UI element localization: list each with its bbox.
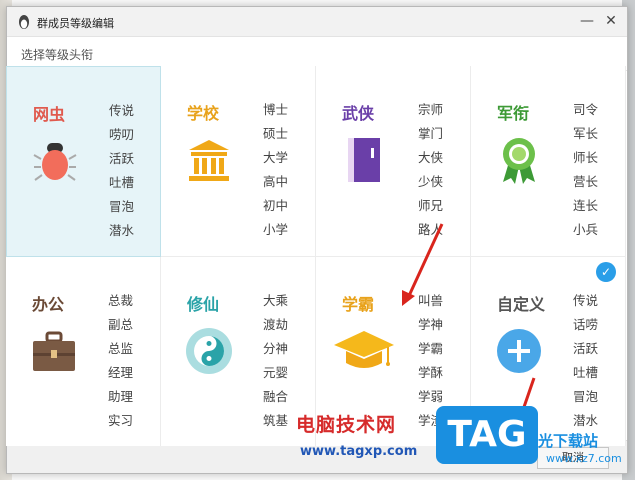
- yin-yang-icon: [185, 327, 233, 375]
- category-card[interactable]: 修仙 大乘渡劫分神元婴融合筑基: [161, 257, 316, 446]
- title-item: 总监: [108, 341, 134, 356]
- window-title: 群成员等级编辑: [37, 17, 114, 30]
- category-name: 办公: [32, 295, 65, 314]
- title-item: 军长: [573, 126, 599, 141]
- title-item: 少侠: [418, 174, 444, 189]
- title-item: 硕士: [263, 126, 289, 141]
- medal-icon: [495, 136, 543, 184]
- category-name: 修仙: [187, 295, 220, 314]
- category-grid: 网虫 传说 唠叨 活跃 吐槽 冒泡 潜水 学校 博士 硕士 大学 高中 初中 小学 武侠 宗师 掌门 大侠 少侠 师兄…: [6, 66, 628, 446]
- title-item: 唠叨: [109, 127, 135, 142]
- title-item: 司令: [573, 102, 599, 117]
- category-card[interactable]: 学校 博士硕士大学高中初中小学: [161, 66, 316, 257]
- penguin-icon: [19, 15, 29, 29]
- title-list: 宗师掌门大侠少侠师兄路人: [418, 98, 443, 242]
- title-item: 传说: [109, 103, 135, 118]
- title-item: 叫兽: [418, 293, 444, 308]
- title-item: 分神: [263, 341, 289, 356]
- category-card[interactable]: 军衔 司令军长师长营长连长小兵: [471, 66, 626, 257]
- title-item: 传说: [573, 293, 599, 308]
- title-item: 连长: [573, 198, 599, 213]
- title-list: 博士硕士大学高中初中小学: [263, 98, 288, 242]
- category-name: 武侠: [342, 104, 375, 123]
- title-item: 元婴: [263, 365, 289, 380]
- title-list: 总裁副总总监经理助理实习: [108, 289, 133, 433]
- category-name: 网虫: [33, 105, 66, 124]
- category-card[interactable]: 武侠 宗师掌门大侠少侠师兄路人: [316, 66, 471, 257]
- close-button[interactable]: ✕: [603, 13, 619, 29]
- title-list: 传说唠叨活跃吐槽冒泡潜水: [109, 99, 134, 243]
- category-name: 学校: [187, 104, 220, 123]
- watermark-side-url: www.xz7.com: [546, 452, 622, 465]
- title-item: 营长: [573, 174, 599, 189]
- title-item: 学神: [418, 317, 444, 332]
- title-item: 话唠: [573, 317, 599, 332]
- title-item: 筑基: [263, 413, 289, 428]
- title-item: 博士: [263, 102, 289, 117]
- title-item: 小兵: [573, 222, 599, 237]
- title-item: 学霸: [418, 341, 444, 356]
- category-name: 学霸: [342, 295, 375, 314]
- title-item: 大乘: [263, 293, 289, 308]
- title-item: 宗师: [418, 102, 444, 117]
- school-building-icon: [185, 136, 233, 184]
- title-item: 活跃: [573, 341, 599, 356]
- subtitle-label: 选择等级头衔: [21, 48, 94, 62]
- title-item: 学弱: [418, 389, 444, 404]
- plus-circle-icon: [495, 327, 543, 375]
- watermark-site-url: www.tagxp.com: [300, 444, 418, 459]
- title-item: 助理: [108, 389, 134, 404]
- title-item: 副总: [108, 317, 134, 332]
- watermark-side-name: 光下载站: [538, 432, 599, 450]
- title-item: 实习: [108, 413, 134, 428]
- title-item: 总裁: [108, 293, 134, 308]
- title-item: 潜水: [109, 223, 135, 238]
- title-item: 掌门: [418, 126, 444, 141]
- category-name: 军衔: [497, 104, 530, 123]
- title-item: 吐槽: [109, 175, 135, 190]
- title-item: 路人: [418, 222, 444, 237]
- briefcase-icon: [30, 327, 78, 375]
- title-item: 大学: [263, 150, 289, 165]
- checkmark-icon: ✓: [596, 262, 616, 282]
- title-item: 师长: [573, 150, 599, 165]
- title-item: 学酥: [418, 365, 444, 380]
- title-list: 传说 话唠 活跃 吐槽 冒泡 潜水: [573, 289, 598, 433]
- title-item: 师兄: [418, 198, 444, 213]
- graduation-cap-icon: [332, 327, 396, 375]
- title-item: 大侠: [418, 150, 444, 165]
- title-item: 小学: [263, 222, 289, 237]
- book-icon: [340, 136, 388, 184]
- title-item: 融合: [263, 389, 289, 404]
- bug-icon: [31, 137, 79, 185]
- category-card[interactable]: 网虫 传说唠叨活跃吐槽冒泡潜水: [6, 66, 161, 257]
- category-card[interactable]: 办公 总裁副总总监经理助理实习: [6, 257, 161, 446]
- title-bar[interactable]: 群成员等级编辑 — ✕: [7, 7, 627, 37]
- title-item: 冒泡: [573, 389, 599, 404]
- title-list: 司令军长师长营长连长小兵: [573, 98, 598, 242]
- title-item: 渡劫: [263, 317, 289, 332]
- title-item: 初中: [263, 198, 289, 213]
- title-item: 冒泡: [109, 199, 135, 214]
- title-item: 吐槽: [573, 365, 599, 380]
- title-item: 高中: [263, 174, 289, 189]
- title-list: 大乘渡劫分神元婴融合筑基: [263, 289, 288, 433]
- title-item: 经理: [108, 365, 134, 380]
- watermark-site-name: 电脑技术网: [296, 414, 397, 436]
- category-name: 自定义: [497, 295, 546, 314]
- minimize-button[interactable]: —: [579, 13, 595, 29]
- title-item: 活跃: [109, 151, 135, 166]
- watermark-logo: TAG: [436, 406, 538, 464]
